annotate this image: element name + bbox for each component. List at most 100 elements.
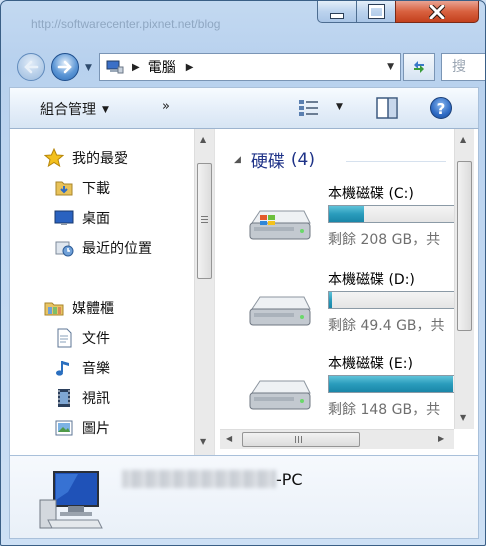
refresh-button[interactable] — [403, 53, 435, 81]
close-icon — [429, 4, 445, 19]
drive-usage-bar — [328, 291, 454, 309]
view-options-dropdown[interactable]: ▼ — [336, 102, 343, 112]
file-list-pane: ◢ 硬碟 (4) 本機磁碟 (C:) 剩餘 208 GB，共 本機磁碟 (D:)… — [220, 129, 454, 429]
watermark-text: http://softwarecenter.pixnet.net/blog — [31, 17, 221, 31]
command-toolbar: 組合管理 ▼ » ▼ ? — [9, 87, 479, 129]
file-list-horizontal-scrollbar[interactable]: ◀ ▶ — [220, 429, 454, 449]
maximize-icon — [367, 4, 385, 19]
drive-name: 本機磁碟 (D:) — [328, 272, 415, 288]
title-bar[interactable]: http://softwarecenter.pixnet.net/blog — [1, 1, 485, 43]
file-list-vertical-scrollbar[interactable]: ▲ ▼ — [454, 129, 474, 429]
desktop-icon — [54, 210, 74, 225]
recent-places-icon — [55, 241, 74, 257]
group-title: 硬碟 — [250, 152, 285, 172]
address-history-dropdown[interactable]: ▼ — [387, 62, 394, 72]
content-area: 我的最愛 下載 桌面 最近的位置 媒體櫃 文件 音樂 視訊 圖片 ▲ ▼ ◢ 硬… — [9, 129, 479, 455]
breadcrumb-computer[interactable]: 電腦 — [148, 57, 176, 77]
music-icon — [56, 361, 69, 376]
breadcrumb-separator-icon[interactable]: ▶ — [186, 62, 194, 73]
change-view-button[interactable] — [298, 99, 320, 117]
close-button[interactable] — [395, 1, 479, 23]
scroll-up-icon[interactable]: ▲ — [200, 135, 206, 144]
nav-item-video[interactable]: 視訊 — [54, 387, 110, 409]
pictures-icon — [55, 420, 73, 436]
group-divider — [346, 161, 446, 162]
hard-drive-icon — [249, 296, 311, 326]
forward-button[interactable] — [51, 53, 79, 81]
redacted-name-block — [122, 470, 276, 488]
nav-item-label: 桌面 — [82, 211, 110, 227]
breadcrumb-separator-icon[interactable]: ▶ — [132, 62, 140, 73]
nav-item-documents[interactable]: 文件 — [54, 327, 110, 349]
drive-name: 本機磁碟 (C:) — [328, 186, 414, 202]
nav-item-label: 音樂 — [82, 361, 110, 377]
nav-item-label: 視訊 — [82, 391, 110, 407]
documents-icon — [57, 328, 72, 348]
organize-label: 組合管理 — [40, 102, 96, 118]
refresh-icon — [414, 61, 424, 73]
minimize-button[interactable] — [317, 1, 357, 23]
back-button[interactable] — [17, 53, 45, 81]
group-count: (4) — [290, 149, 316, 170]
drive-item-c[interactable]: 本機磁碟 (C:) 剩餘 208 GB，共 — [220, 181, 454, 261]
search-input[interactable]: 搜 — [441, 53, 485, 81]
nav-item-pictures[interactable]: 圖片 — [54, 417, 110, 439]
scroll-down-icon[interactable]: ▼ — [200, 437, 206, 446]
drive-item-e[interactable]: 本機磁碟 (E:) 剩餘 148 GB，共 — [220, 351, 454, 429]
drive-name: 本機磁碟 (E:) — [328, 356, 413, 372]
nav-libraries-label: 媒體櫃 — [72, 301, 114, 317]
nav-item-downloads[interactable]: 下載 — [54, 177, 110, 199]
arrow-right-icon — [57, 60, 72, 74]
nav-favorites-label: 我的最愛 — [72, 151, 128, 167]
explorer-window: http://softwarecenter.pixnet.net/blog ▼ — [0, 0, 486, 546]
nav-favorites[interactable]: 我的最愛 — [44, 147, 128, 169]
help-button[interactable]: ? — [430, 97, 452, 119]
star-icon — [44, 148, 64, 168]
chevron-down-icon: ▼ — [102, 105, 109, 115]
drive-item-d[interactable]: 本機磁碟 (D:) 剩餘 49.4 GB，共 — [220, 267, 454, 347]
nav-item-label: 最近的位置 — [82, 241, 152, 257]
nav-item-label: 圖片 — [82, 421, 110, 437]
collapse-triangle-icon[interactable]: ◢ — [234, 155, 241, 165]
nav-item-label: 文件 — [82, 331, 110, 347]
hard-drives-group-header[interactable]: ◢ 硬碟 (4) — [234, 147, 316, 173]
nav-item-music[interactable]: 音樂 — [54, 357, 110, 379]
navigation-pane-scrollbar[interactable]: ▲ ▼ — [194, 129, 214, 455]
minimize-icon — [330, 12, 344, 19]
arrow-left-icon — [24, 60, 39, 74]
drive-usage-bar — [328, 205, 454, 223]
scroll-up-icon[interactable]: ▲ — [460, 135, 466, 144]
video-icon — [58, 389, 70, 407]
address-row: ▼ ▶ 電腦 ▶ ▼ 搜 — [1, 45, 485, 85]
drive-usage-bar — [328, 375, 454, 393]
drive-free-space: 剩餘 208 GB，共 — [328, 232, 441, 248]
drive-free-space: 剩餘 49.4 GB，共 — [328, 318, 445, 334]
organize-menu-button[interactable]: 組合管理 ▼ — [40, 99, 109, 119]
recent-pages-dropdown[interactable]: ▼ — [85, 63, 92, 73]
library-icon — [44, 302, 64, 316]
nav-libraries[interactable]: 媒體櫃 — [44, 297, 114, 319]
details-pane: -PC — [9, 455, 479, 539]
computer-name-suffix: -PC — [276, 470, 303, 489]
scrollbar-thumb[interactable] — [457, 161, 472, 331]
downloads-folder-icon — [55, 181, 73, 196]
more-commands-button[interactable]: » — [162, 99, 170, 114]
nav-item-desktop[interactable]: 桌面 — [54, 207, 110, 229]
nav-item-recent-places[interactable]: 最近的位置 — [54, 237, 152, 259]
hard-drive-icon — [249, 380, 311, 410]
maximize-button[interactable] — [356, 1, 396, 23]
computer-name: -PC — [122, 470, 303, 489]
scroll-down-icon[interactable]: ▼ — [460, 413, 466, 422]
nav-item-label: 下載 — [82, 181, 110, 197]
preview-pane-button[interactable] — [376, 97, 398, 119]
address-bar[interactable]: ▶ 電腦 ▶ ▼ — [99, 53, 401, 81]
drive-free-space: 剩餘 148 GB，共 — [328, 402, 441, 418]
computer-small-icon — [106, 60, 124, 74]
scroll-left-icon[interactable]: ◀ — [226, 434, 232, 443]
computer-icon — [39, 471, 103, 529]
windows-drive-icon — [249, 210, 311, 240]
scroll-right-icon[interactable]: ▶ — [438, 434, 444, 443]
scrollbar-thumb[interactable] — [197, 163, 212, 279]
scrollbar-thumb[interactable] — [242, 432, 360, 447]
navigation-pane: 我的最愛 下載 桌面 最近的位置 媒體櫃 文件 音樂 視訊 圖片 — [10, 129, 194, 455]
